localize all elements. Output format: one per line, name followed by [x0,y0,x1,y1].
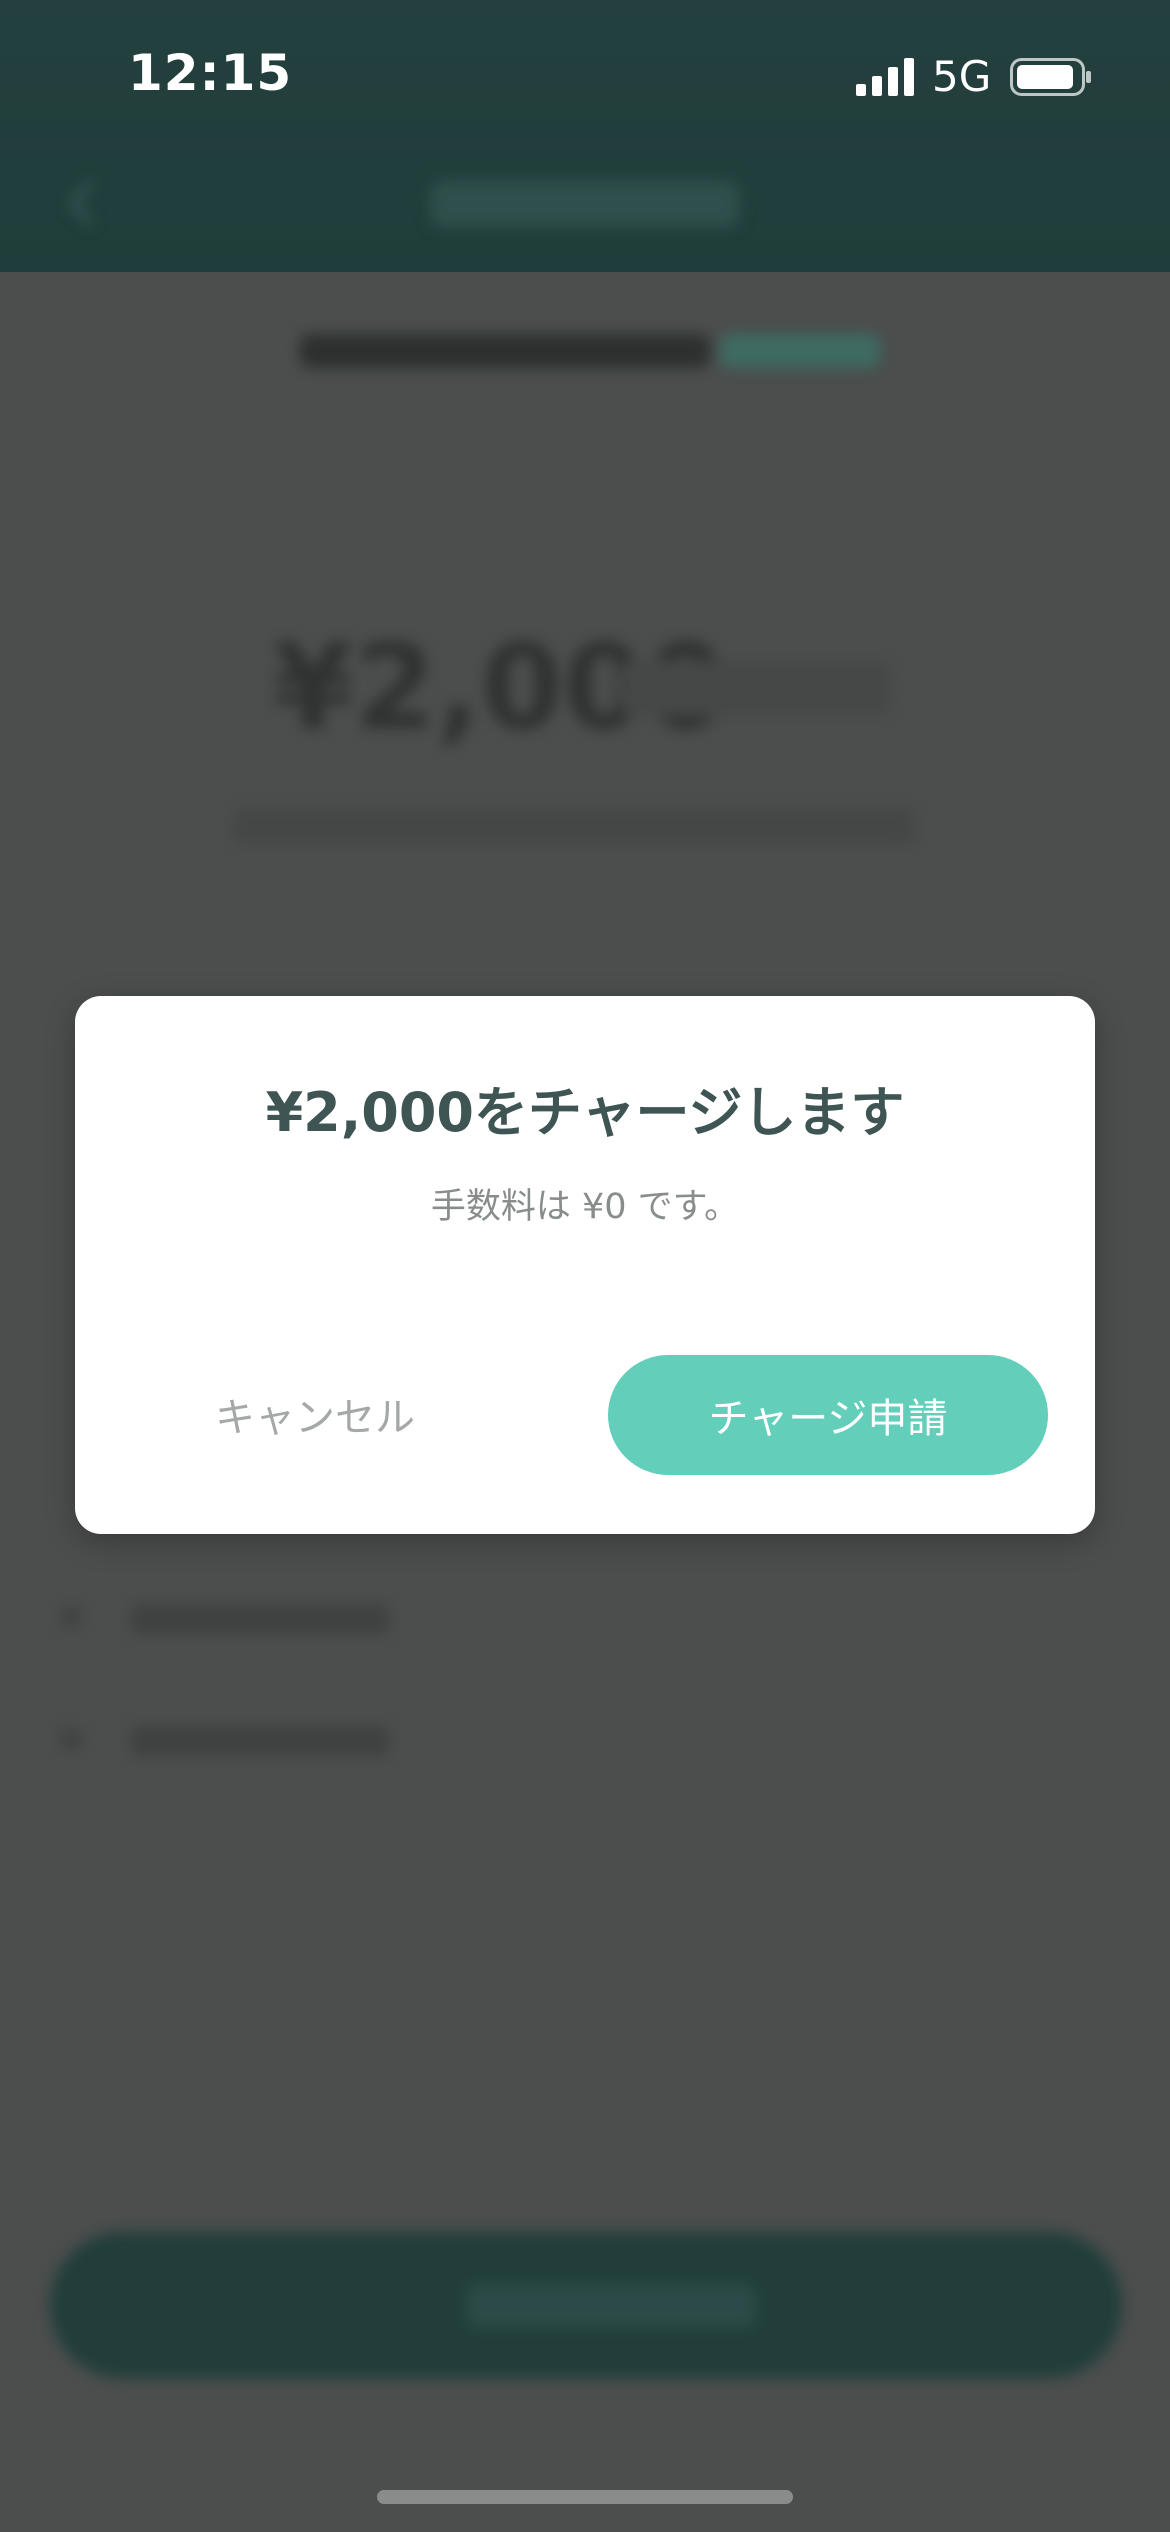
home-indicator[interactable] [377,2490,793,2504]
status-time: 12:15 [128,44,293,102]
status-bar: 12:15 5G [0,0,1170,150]
network-type: 5G [932,52,992,101]
cancel-button[interactable]: キャンセル [145,1354,485,1474]
balance-line-text [300,334,710,368]
list-item [60,1598,400,1638]
balance-line [300,326,880,376]
list-item-icon [60,1606,82,1628]
back-icon [69,181,93,225]
dialog-message: 手数料は ¥0 です。 [430,1187,740,1227]
dialog-title: ¥2,000をチャージします [265,1081,905,1144]
list-item-icon [60,1728,82,1750]
screen: ¥2,000 12:15 5G ¥2,000をチャージします 手数料は ¥0 で… [0,0,1170,2532]
charge-button-background-label [466,2284,756,2328]
charge-confirm-dialog: ¥2,000をチャージします 手数料は ¥0 です。 キャンセル チャージ申請 [75,996,1095,1534]
signal-icon [856,58,914,96]
charge-button-background [50,2232,1122,2378]
background-amount-suffix [620,660,890,716]
background-note [234,808,914,844]
nav-title-placeholder [430,180,740,228]
list-item-text [130,1604,390,1634]
charge-request-button[interactable]: チャージ申請 [608,1355,1048,1475]
balance-line-value [720,334,880,368]
list-item [60,1720,400,1760]
list-item-text [130,1726,390,1756]
battery-icon [1010,58,1091,96]
